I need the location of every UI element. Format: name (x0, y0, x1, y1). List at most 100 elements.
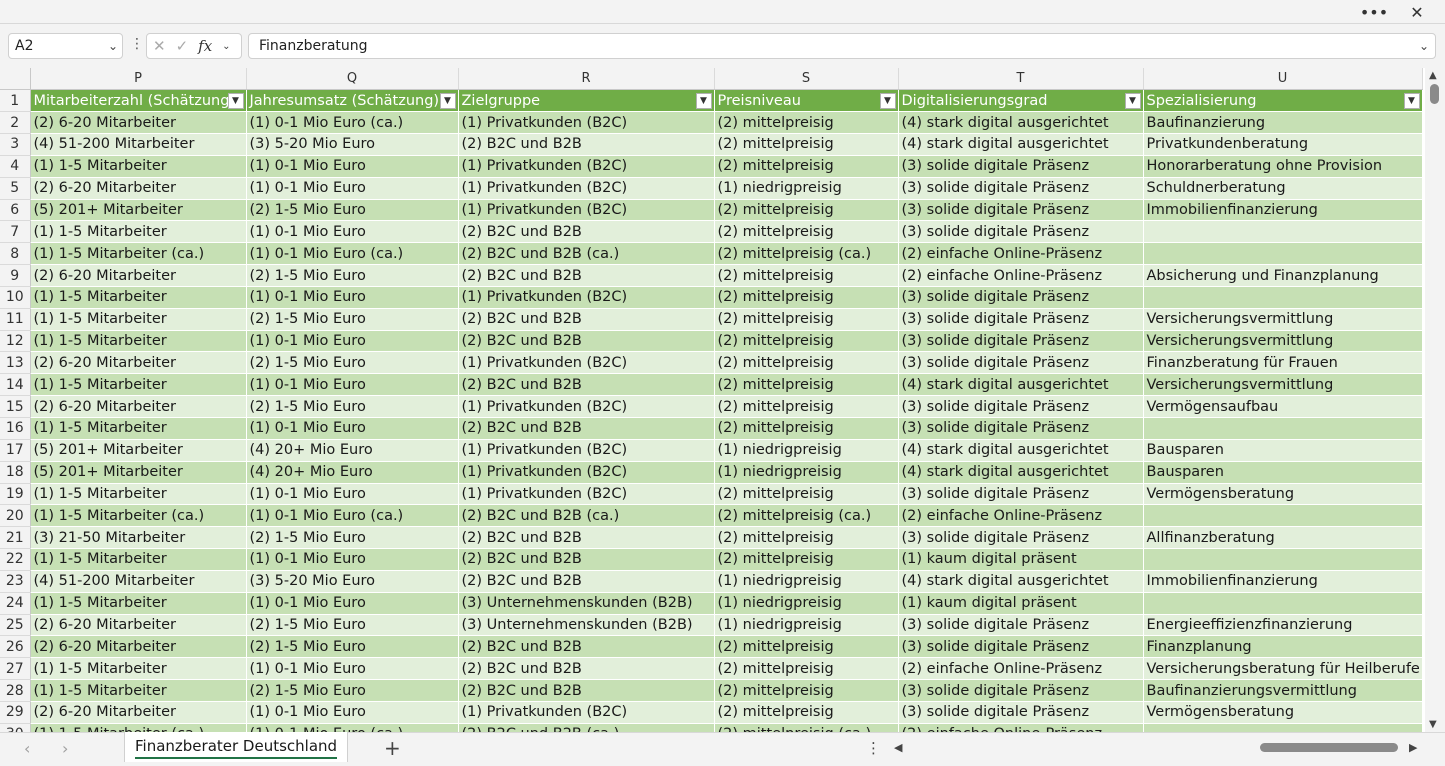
row-header[interactable]: 20 (0, 504, 31, 528)
row-header[interactable]: 7 (0, 220, 31, 244)
table-cell[interactable]: (2) 6-20 Mitarbeiter (30, 351, 247, 375)
table-cell[interactable]: Vermögensberatung (1143, 701, 1423, 724)
table-cell[interactable]: (2) mittelpreisig (ca.) (714, 504, 899, 528)
table-cell[interactable]: (2) einfache Online-Präsenz (898, 723, 1144, 732)
table-header-cell[interactable]: Preisniveau ▼ (714, 89, 899, 113)
table-cell[interactable]: (4) stark digital ausgerichtet (898, 133, 1144, 156)
close-icon[interactable]: ✕ (1399, 0, 1435, 24)
table-cell[interactable]: (1) niedrigpreisig (714, 439, 899, 462)
table-cell[interactable]: (1) 0-1 Mio Euro (246, 330, 459, 353)
table-cell[interactable]: (3) solide digitale Präsenz (898, 417, 1144, 440)
table-cell[interactable]: Honorarberatung ohne Provision (1143, 155, 1423, 178)
table-cell[interactable]: Versicherungsvermittlung (1143, 330, 1423, 353)
table-cell[interactable]: (1) kaum digital präsent (898, 548, 1144, 571)
filter-dropdown-icon[interactable]: ▼ (879, 93, 896, 110)
table-cell[interactable]: Immobilienfinanzierung (1143, 570, 1423, 593)
table-cell[interactable] (1143, 220, 1423, 244)
table-cell[interactable]: (1) 1-5 Mitarbeiter (30, 417, 247, 440)
table-cell[interactable]: (4) 20+ Mio Euro (246, 439, 459, 462)
add-sheet-icon[interactable]: + (384, 736, 401, 760)
table-cell[interactable]: (1) niedrigpreisig (714, 592, 899, 615)
table-cell[interactable]: (4) 51-200 Mitarbeiter (30, 133, 247, 156)
table-cell[interactable]: (1) Privatkunden (B2C) (458, 286, 715, 309)
table-cell[interactable]: (2) mittelpreisig (714, 417, 899, 440)
table-cell[interactable]: (2) mittelpreisig (ca.) (714, 723, 899, 732)
table-cell[interactable]: (5) 201+ Mitarbeiter (30, 461, 247, 484)
table-cell[interactable]: Absicherung und Finanzplanung (1143, 264, 1423, 287)
table-cell[interactable] (1143, 417, 1423, 440)
table-cell[interactable]: (2) mittelpreisig (714, 308, 899, 331)
table-cell[interactable]: Versicherungsvermittlung (1143, 308, 1423, 331)
table-cell[interactable]: (1) Privatkunden (B2C) (458, 111, 715, 135)
table-cell[interactable]: (1) Privatkunden (B2C) (458, 177, 715, 200)
table-cell[interactable]: (5) 201+ Mitarbeiter (30, 439, 247, 462)
table-cell[interactable]: (2) B2C und B2B (ca.) (458, 242, 715, 266)
row-header[interactable]: 6 (0, 199, 31, 222)
row-header[interactable]: 28 (0, 679, 31, 702)
row-header[interactable]: 3 (0, 133, 31, 156)
scroll-down-icon[interactable]: ▼ (1429, 719, 1437, 730)
table-cell[interactable]: Bausparen (1143, 461, 1423, 484)
insert-function-icon[interactable]: fx (198, 37, 212, 55)
table-cell[interactable]: (1) 0-1 Mio Euro (246, 155, 459, 178)
table-cell[interactable]: (4) stark digital ausgerichtet (898, 570, 1144, 593)
table-cell[interactable]: (3) solide digitale Präsenz (898, 526, 1144, 550)
table-cell[interactable]: (2) B2C und B2B (ca.) (458, 504, 715, 528)
scroll-left-icon[interactable]: ◀ (894, 741, 902, 754)
table-cell[interactable]: (2) 1-5 Mio Euro (246, 635, 459, 659)
table-cell[interactable] (1143, 286, 1423, 309)
table-cell[interactable] (1143, 242, 1423, 266)
table-cell[interactable]: (2) mittelpreisig (ca.) (714, 242, 899, 266)
filter-dropdown-icon[interactable]: ▼ (439, 93, 456, 110)
filter-dropdown-icon[interactable]: ▼ (1403, 93, 1420, 110)
horizontal-scroll-thumb[interactable] (1260, 743, 1398, 752)
table-cell[interactable] (1143, 723, 1423, 732)
table-cell[interactable]: (2) 1-5 Mio Euro (246, 395, 459, 418)
table-cell[interactable]: (3) solide digitale Präsenz (898, 635, 1144, 659)
row-header[interactable]: 30 (0, 723, 31, 732)
table-cell[interactable]: (1) 1-5 Mitarbeiter (30, 592, 247, 615)
table-cell[interactable]: (2) 1-5 Mio Euro (246, 199, 459, 222)
table-cell[interactable]: (3) solide digitale Präsenz (898, 701, 1144, 724)
table-cell[interactable]: (2) mittelpreisig (714, 373, 899, 397)
table-header-cell[interactable]: Zielgruppe ▼ (458, 89, 715, 113)
row-header[interactable]: 4 (0, 155, 31, 178)
table-cell[interactable]: (1) 0-1 Mio Euro (246, 220, 459, 244)
table-cell[interactable]: (2) 6-20 Mitarbeiter (30, 264, 247, 287)
table-cell[interactable]: (1) Privatkunden (B2C) (458, 351, 715, 375)
row-header[interactable]: 27 (0, 657, 31, 681)
table-cell[interactable]: (2) B2C und B2B (458, 417, 715, 440)
table-cell[interactable]: Finanzplanung (1143, 635, 1423, 659)
table-cell[interactable]: (2) 6-20 Mitarbeiter (30, 635, 247, 659)
table-cell[interactable]: (2) mittelpreisig (714, 155, 899, 178)
row-header[interactable]: 9 (0, 264, 31, 287)
column-header[interactable]: R (458, 68, 715, 91)
enter-icon[interactable]: ✓ (176, 37, 189, 55)
table-cell[interactable]: (2) 6-20 Mitarbeiter (30, 177, 247, 200)
row-header[interactable]: 14 (0, 373, 31, 397)
column-header[interactable]: P (30, 68, 247, 91)
table-cell[interactable]: (3) solide digitale Präsenz (898, 286, 1144, 309)
table-cell[interactable]: (2) B2C und B2B (458, 330, 715, 353)
row-header[interactable]: 23 (0, 570, 31, 593)
row-header[interactable]: 21 (0, 526, 31, 550)
name-box[interactable]: A2 ⌄ (8, 33, 123, 59)
scroll-up-icon[interactable]: ▲ (1429, 70, 1437, 81)
table-cell[interactable]: (2) 6-20 Mitarbeiter (30, 614, 247, 637)
table-cell[interactable]: (4) stark digital ausgerichtet (898, 373, 1144, 397)
table-cell[interactable]: (1) 1-5 Mitarbeiter (30, 657, 247, 681)
row-header[interactable]: 22 (0, 548, 31, 571)
row-header[interactable]: 13 (0, 351, 31, 375)
table-cell[interactable]: (1) 0-1 Mio Euro (ca.) (246, 723, 459, 732)
table-cell[interactable]: (2) B2C und B2B (ca.) (458, 723, 715, 732)
table-cell[interactable]: Energieeffizienzfinanzierung (1143, 614, 1423, 637)
table-cell[interactable]: (1) 1-5 Mitarbeiter (30, 548, 247, 571)
select-all-corner[interactable] (0, 68, 31, 91)
table-cell[interactable]: (3) solide digitale Präsenz (898, 155, 1144, 178)
table-cell[interactable]: (2) 6-20 Mitarbeiter (30, 111, 247, 135)
ellipsis-icon[interactable]: ••• (1356, 0, 1392, 24)
chevron-down-icon[interactable]: ⌄ (108, 34, 118, 58)
table-cell[interactable]: (2) B2C und B2B (458, 679, 715, 702)
table-cell[interactable]: (3) solide digitale Präsenz (898, 199, 1144, 222)
cancel-icon[interactable]: ✕ (153, 37, 166, 55)
